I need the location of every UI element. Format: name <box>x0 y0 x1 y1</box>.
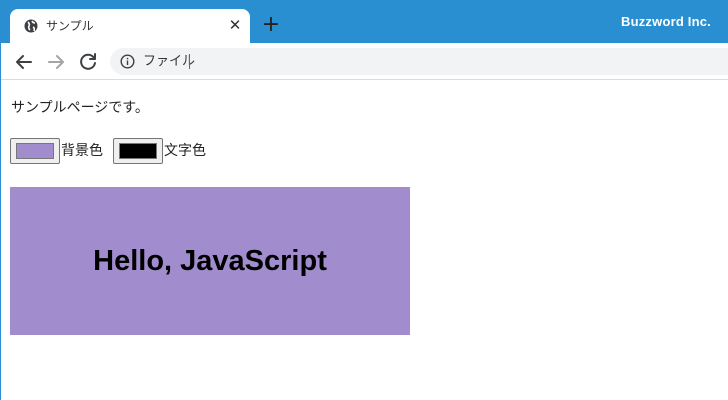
address-bar[interactable]: ファイル <box>110 48 728 75</box>
info-icon[interactable] <box>120 54 135 69</box>
text-color-picker[interactable] <box>113 138 163 164</box>
text-color-label: 文字色 <box>164 143 206 159</box>
forward-arrow-icon[interactable] <box>44 50 68 74</box>
browser-toolbar: ファイル <box>1 43 728 80</box>
address-separator <box>189 54 190 69</box>
background-color-label: 背景色 <box>61 143 103 159</box>
address-scheme-label: ファイル <box>143 54 196 69</box>
page-content: サンプルページです。 背景色 文字色 Hello, JavaScript <box>10 81 728 400</box>
browser-tab[interactable]: サンプル ✕ <box>10 9 250 43</box>
intro-text: サンプルページです。 <box>11 100 149 116</box>
sample-box-text: Hello, JavaScript <box>93 245 327 277</box>
back-arrow-icon[interactable] <box>12 50 36 74</box>
browser-window: サンプル ✕ + Buzzword Inc. ファイル サンプルページです。 背… <box>0 0 728 400</box>
text-color-swatch <box>119 143 157 159</box>
tab-title: サンプル <box>46 19 94 33</box>
background-color-picker[interactable] <box>10 138 60 164</box>
globe-icon <box>24 19 38 33</box>
sample-box: Hello, JavaScript <box>10 187 410 335</box>
brand-label: Buzzword Inc. <box>621 14 711 29</box>
title-bar: サンプル ✕ + Buzzword Inc. <box>1 0 728 43</box>
background-color-swatch <box>16 143 54 159</box>
reload-icon[interactable] <box>76 50 100 74</box>
new-tab-button[interactable]: + <box>259 13 283 37</box>
close-tab-icon[interactable]: ✕ <box>226 16 244 34</box>
